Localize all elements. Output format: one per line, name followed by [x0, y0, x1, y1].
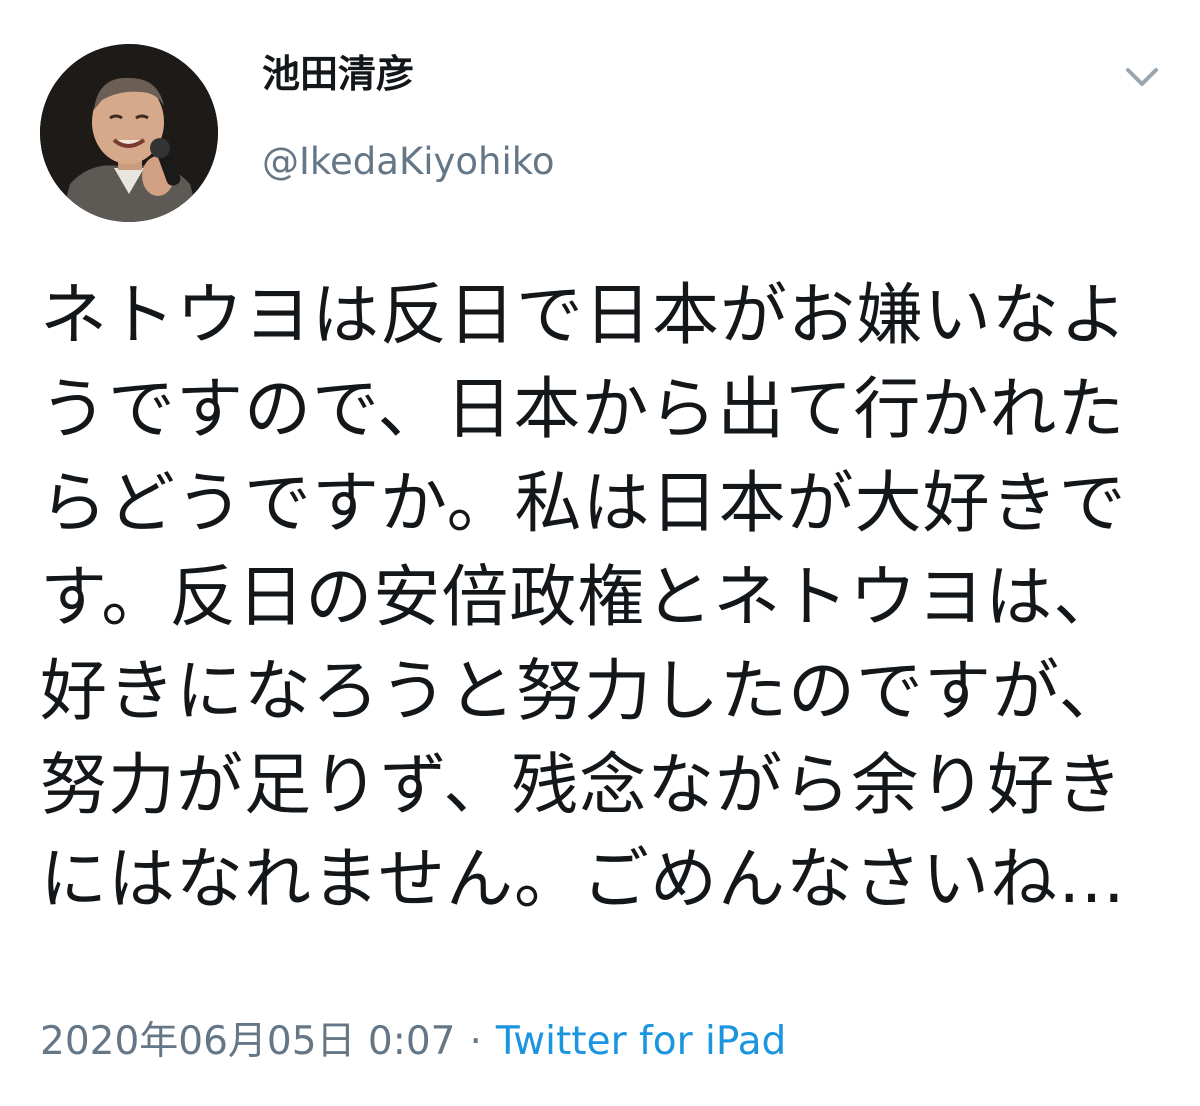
tweet-source-link[interactable]: Twitter for iPad: [496, 1019, 786, 1064]
profile-photo: [40, 44, 218, 222]
tweet-card: 池田清彦 @IkedaKiyohiko ネトウヨは反日で日本がお嫌いなようですの…: [0, 0, 1200, 1106]
meta-separator: ·: [469, 1019, 482, 1064]
tweet-timestamp[interactable]: 2020年06月05日 0:07: [40, 1019, 455, 1064]
author-display-name[interactable]: 池田清彦: [262, 46, 414, 102]
tweet-meta: 2020年06月05日 0:07 · Twitter for iPad: [40, 1014, 786, 1070]
tweet-menu-button[interactable]: [1116, 54, 1168, 98]
avatar[interactable]: [40, 44, 218, 222]
author-handle[interactable]: @IkedaKiyohiko: [262, 136, 555, 188]
chevron-down-icon: [1126, 68, 1158, 86]
tweet-text: ネトウヨは反日で日本がお嫌いなようですので、日本から出て行かれたらどうですか。私…: [40, 276, 1128, 918]
